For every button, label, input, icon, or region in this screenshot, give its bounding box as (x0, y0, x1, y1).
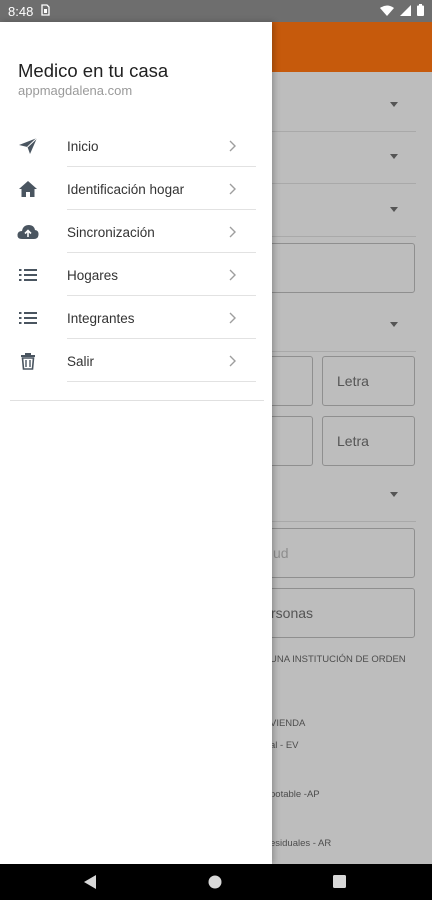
drawer-menu: Inicio Identificación hogar Sincronizaci… (0, 124, 272, 382)
chevron-right-icon (229, 139, 236, 157)
sim-icon (41, 3, 50, 19)
form-text-2: VIENDA (270, 718, 306, 729)
system-nav-bar (0, 864, 432, 900)
drawer-divider (10, 400, 264, 401)
chevron-down-icon (390, 207, 398, 212)
letra-label-2: Letra (337, 433, 369, 449)
menu-item-label: Inicio (67, 139, 99, 154)
recents-icon[interactable] (333, 875, 346, 893)
list-icon (17, 265, 39, 285)
form-text-3: al - EV (270, 740, 299, 751)
menu-item-sincronizacion[interactable]: Sincronización (0, 210, 272, 253)
dropdown-4 (272, 300, 416, 352)
chevron-right-icon (229, 182, 236, 200)
chevron-right-icon (229, 268, 236, 286)
home-icon (17, 179, 39, 199)
dropdown-5 (272, 470, 416, 522)
menu-item-hogares[interactable]: Hogares (0, 253, 272, 296)
menu-item-identificacion-hogar[interactable]: Identificación hogar (0, 167, 272, 210)
text-field-2: ud (262, 528, 415, 578)
menu-item-inicio[interactable]: Inicio (0, 124, 272, 167)
menu-item-label: Integrantes (67, 311, 135, 326)
drawer-subtitle: appmagdalena.com (18, 83, 133, 98)
menu-item-label: Sincronización (67, 225, 155, 240)
list-icon (17, 308, 39, 328)
dropdown-2 (272, 132, 416, 184)
status-bar: 8:48 (0, 0, 432, 22)
chevron-down-icon (390, 154, 398, 159)
text-field-3: rsonas (262, 588, 415, 638)
send-icon (17, 136, 39, 156)
trash-icon (17, 351, 39, 371)
partial-field-label-2: rsonas (271, 605, 314, 621)
letra-field-2: Letra (322, 416, 415, 466)
battery-icon (417, 3, 424, 19)
menu-item-label: Identificación hogar (67, 182, 185, 197)
signal-icon (400, 4, 411, 19)
text-field-1 (262, 243, 415, 293)
chevron-down-icon (390, 322, 398, 327)
dropdown-1 (272, 80, 416, 132)
dropdown-3 (272, 185, 416, 237)
chevron-right-icon (229, 225, 236, 243)
menu-item-salir[interactable]: Salir (0, 339, 272, 382)
menu-item-label: Hogares (67, 268, 119, 283)
form-text-4: potable -AP (270, 789, 320, 800)
form-text-5: esiduales - AR (270, 838, 332, 849)
chevron-right-icon (229, 311, 236, 329)
form-text-1: UNA INSTITUCIÓN DE ORDEN (270, 654, 406, 665)
menu-item-integrantes[interactable]: Integrantes (0, 296, 272, 339)
home-circle-icon[interactable] (208, 875, 222, 894)
menu-item-label: Salir (67, 354, 95, 369)
drawer-title: Medico en tu casa (18, 60, 169, 81)
letra-label-1: Letra (337, 373, 369, 389)
wifi-icon (380, 4, 394, 19)
partial-field-label-1: ud (273, 545, 289, 561)
status-time: 8:48 (8, 3, 34, 19)
letra-field-1: Letra (322, 356, 415, 406)
chevron-down-icon (390, 102, 398, 107)
back-icon[interactable] (84, 875, 97, 894)
navigation-drawer: Medico en tu casa appmagdalena.com Inici… (0, 22, 272, 864)
cloud-upload-icon (17, 222, 39, 242)
divider (67, 381, 256, 382)
chevron-down-icon (390, 492, 398, 497)
chevron-right-icon (229, 354, 236, 372)
